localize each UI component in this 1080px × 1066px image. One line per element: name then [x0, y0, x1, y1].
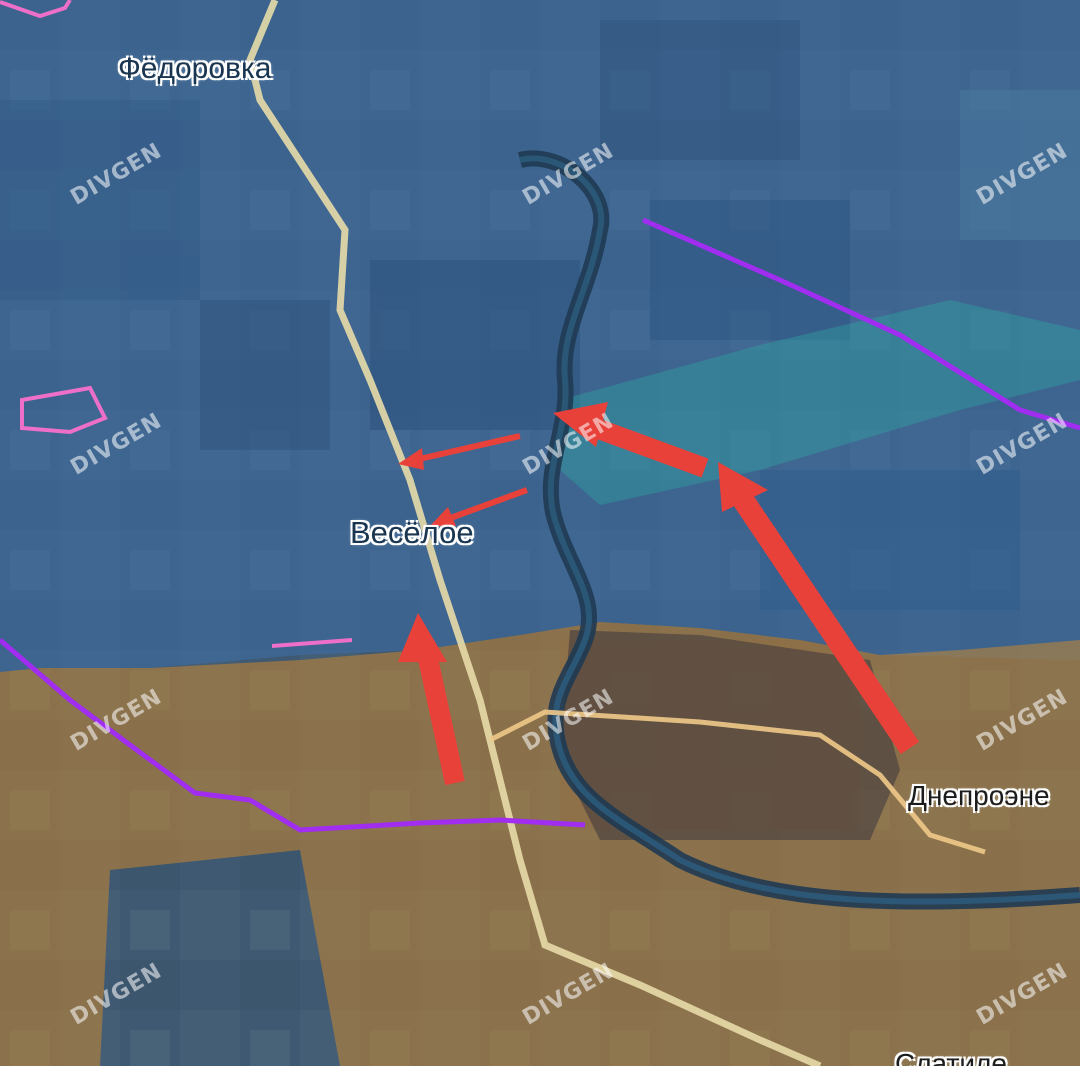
label-bottom-partial[interactable]: Слатиле: [895, 1048, 1007, 1066]
map-canvas[interactable]: Фёдоровка Весёлое Днепроэне Слатиле DIVG…: [0, 0, 1080, 1066]
label-fedorovka[interactable]: Фёдоровка: [118, 52, 271, 86]
label-veseloe[interactable]: Весёлое: [350, 515, 474, 551]
label-dneproenergiya[interactable]: Днепроэне: [908, 780, 1050, 812]
